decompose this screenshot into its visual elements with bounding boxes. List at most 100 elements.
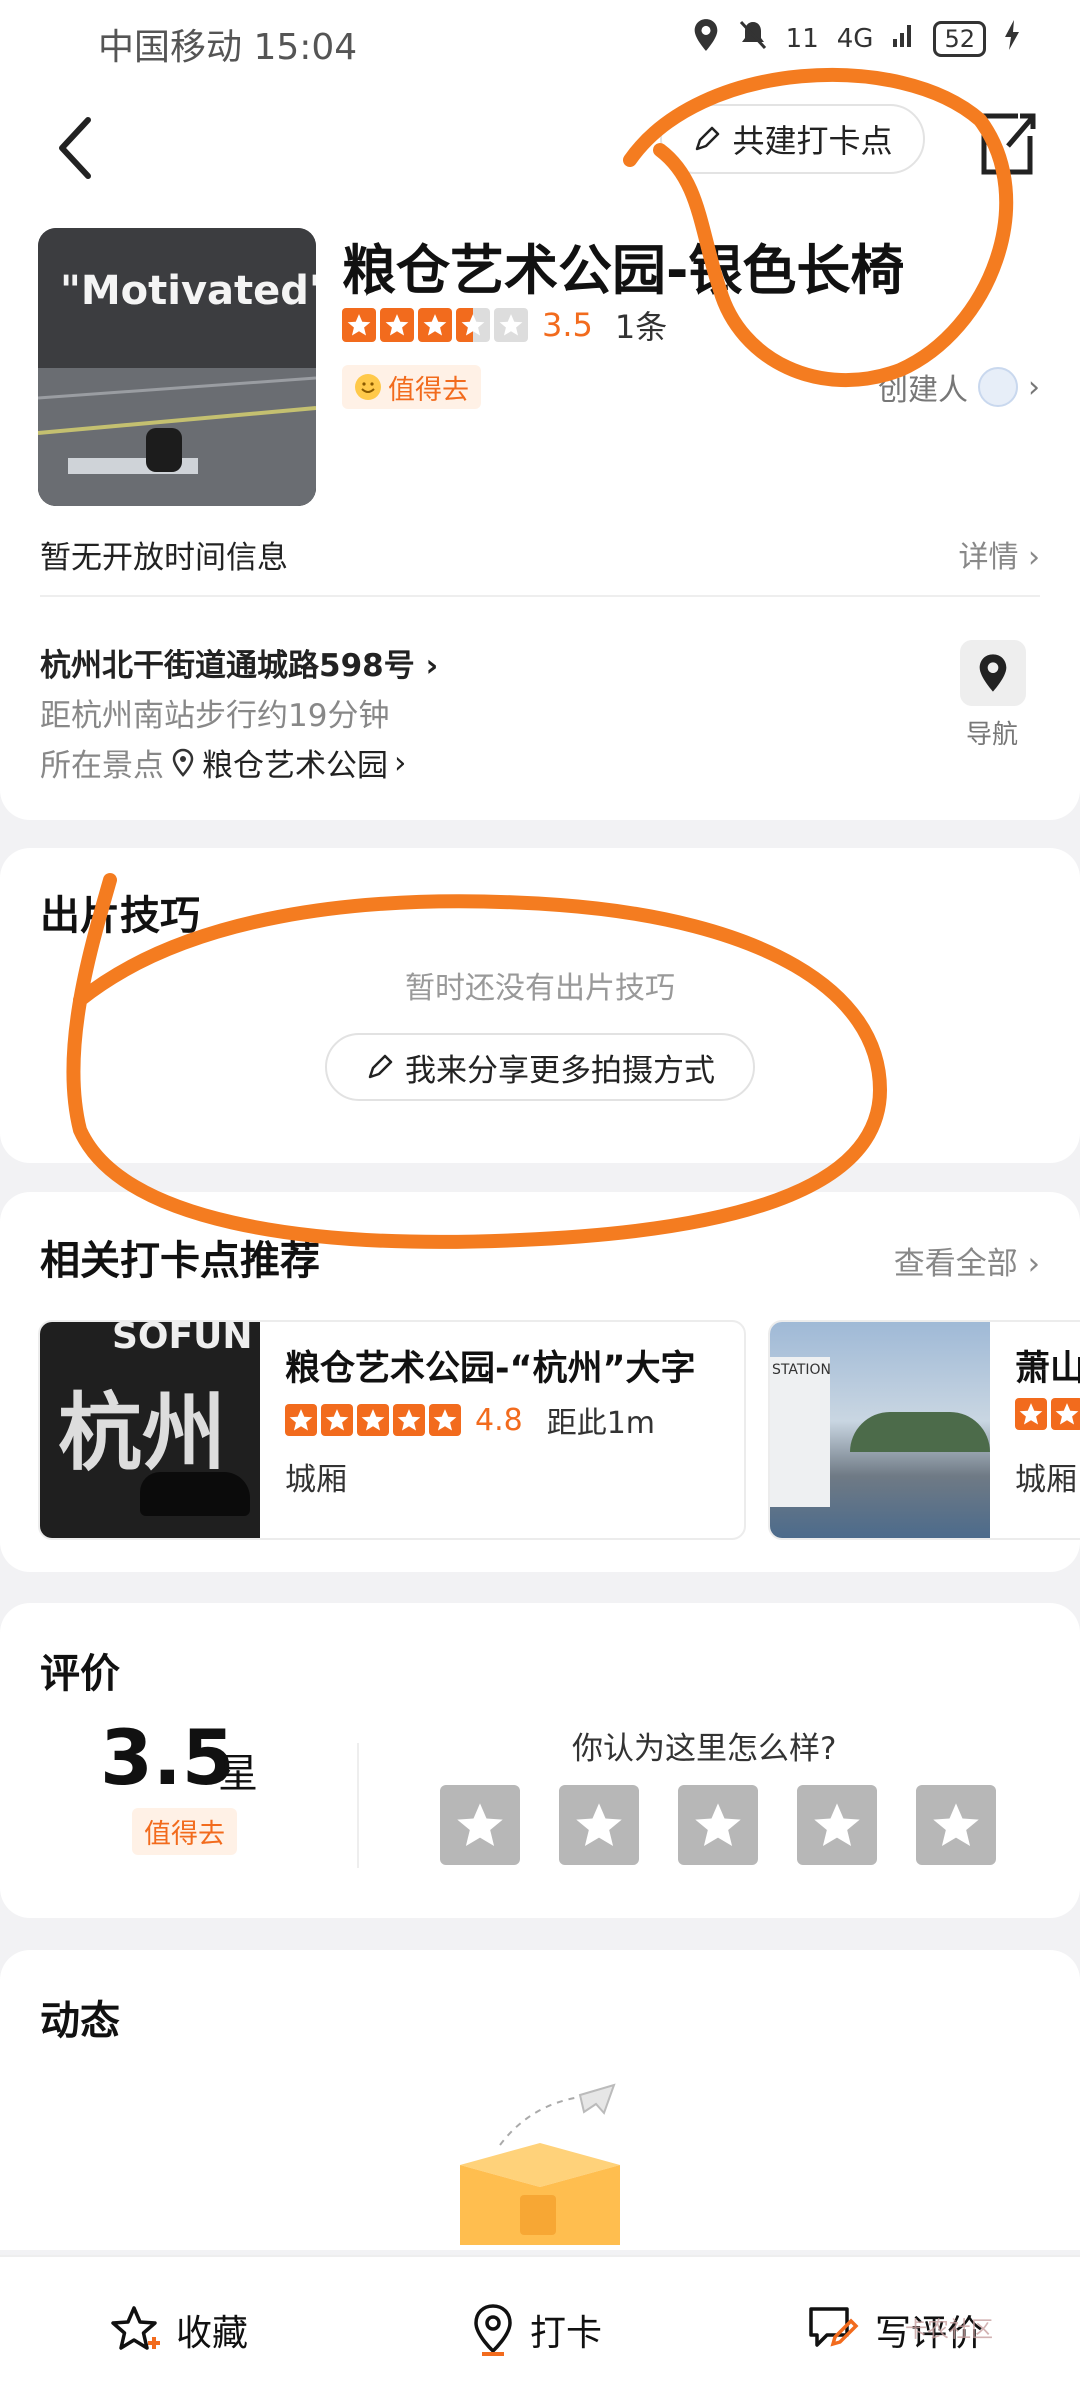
scenic-spot-link[interactable]: 所在景点 粮仓艺术公园 › [40,740,406,785]
related-distance: 距此1m [546,1406,656,1441]
tips-empty-text: 暂时还没有出片技巧 [405,971,675,1006]
activity-card: 动态 [0,1950,1080,2250]
share-icon [981,113,1036,175]
star-icon [357,1404,389,1436]
related-spots-card: 相关打卡点推荐 查看全部 › SOFUN 杭州 粮仓艺术公园-“杭州”大字 4.… [0,1192,1080,1572]
star-icon [1015,1398,1047,1430]
top-nav: 共建打卡点 [0,80,1080,220]
star-icon [393,1404,425,1436]
worth-visiting-badge: 值得去 [342,365,481,409]
hill-shape [850,1412,990,1452]
building-sign: STATION [772,1362,832,1378]
review-score: 3.5 [100,1713,235,1802]
carrier-time: 中国移动 15:04 [98,27,358,68]
star-icon [457,1803,503,1847]
review-count[interactable]: 1条 [615,302,667,348]
map-pin-icon [979,654,1007,692]
creator-label: 创建人 [878,373,968,408]
related-spot-card[interactable]: SOFUN 杭州 粮仓艺术公园-“杭州”大字 4.8 距此1m 城厢 [38,1320,746,1540]
rate-star-5[interactable] [916,1785,996,1865]
location-pin-icon [172,748,194,777]
detail-link[interactable]: 详情 › [958,532,1040,576]
image-sign-text: SOFUN [112,1320,253,1357]
empty-star-icon [494,308,528,342]
star-icon [380,308,414,342]
smile-icon [355,374,381,400]
location-pin-icon [474,2303,512,2356]
empty-box-illustration [460,2083,620,2245]
review-card: 评价 3.5 星 值得去 你认为这里怎么样? [0,1603,1080,1918]
half-star-icon [456,308,490,342]
status-icons: 11 4G 52 [692,18,1020,59]
spot-photo[interactable]: "Motivated" [38,228,316,506]
checkin-label: 打卡 [530,2312,603,2354]
activity-title: 动态 [40,1998,120,2044]
bottom-action-bar: 收藏 打卡 写评价 卡农社区 [0,2255,1080,2400]
favorite-label: 收藏 [176,2312,249,2354]
address-text: 杭州北干街道通城路598号 [40,648,415,684]
related-area: 城厢 [1015,1462,1077,1498]
star-icon [933,1803,979,1847]
signal-type: 4G [836,23,874,54]
rate-star-1[interactable] [440,1785,520,1865]
rating-question: 你认为这里怎么样? [572,1731,837,1767]
navigation-button[interactable] [960,640,1026,706]
pencil-icon [696,126,720,151]
battery-indicator: 52 [933,20,986,57]
related-spot-image: STATION [770,1322,990,1538]
rate-star-4[interactable] [797,1785,877,1865]
share-button[interactable] [970,102,1040,182]
status-bar: 中国移动 15:04 11 4G 52 [0,0,1080,80]
divider [40,595,1040,597]
creator-link[interactable]: 创建人 › [878,365,1040,409]
star-plus-icon [111,2305,160,2350]
star-icon [814,1803,860,1847]
related-spot-rating: 4.8 距此1m [285,1398,655,1442]
opening-hours: 暂无开放时间信息 [40,540,288,576]
star-icon [418,308,452,342]
net-speed: 11 [785,23,819,54]
address-link[interactable]: 杭州北干街道通城路598号 › [40,640,438,685]
star-icon [576,1803,622,1847]
watermark: 卡农社区 [905,2318,994,2343]
back-button[interactable] [50,108,110,188]
cobuild-checkin-button[interactable]: 共建打卡点 [660,104,925,174]
navigation-label: 导航 [966,720,1019,750]
rate-star-2[interactable] [559,1785,639,1865]
share-tips-label: 我来分享更多拍摄方式 [405,1052,715,1089]
tips-title: 出片技巧 [40,893,200,939]
star-icon [429,1404,461,1436]
related-spot-title: 萧山 [1015,1349,1080,1389]
star-icon [285,1404,317,1436]
rating-value: 3.5 [542,306,593,344]
related-spot-rating [1015,1398,1080,1430]
photo-wall-text: "Motivated" [60,268,316,314]
share-tips-button[interactable]: 我来分享更多拍摄方式 [325,1033,755,1101]
signal-bars-icon [891,21,915,56]
creator-avatar [978,367,1018,407]
chevron-left-icon [59,117,91,179]
station-distance: 距杭州南站步行约19分钟 [40,698,390,734]
checkin-button[interactable]: 打卡 [470,2257,602,2400]
detail-label: 详情 [958,540,1019,575]
related-spot-card[interactable]: STATION 萧山 城厢 [768,1320,1080,1540]
spot-title: 粮仓艺术公园-银色长椅 [342,239,905,302]
image-big-text: 杭州 [58,1384,227,1482]
star-icon [1051,1398,1080,1430]
related-spot-image: SOFUN 杭州 [40,1320,260,1538]
spot-info-card: "Motivated" 粮仓艺术公园-银色长椅 3.5 1条 值得去 创建人 ›… [0,220,1080,820]
mute-bell-icon [738,19,768,58]
rate-star-3[interactable] [678,1785,758,1865]
related-area: 城厢 [285,1462,347,1498]
edit-comment-icon [809,2306,859,2347]
location-icon [692,18,720,59]
charging-icon [1004,20,1020,57]
photo-tips-card: 出片技巧 暂时还没有出片技巧 我来分享更多拍摄方式 [0,848,1080,1163]
view-all-link[interactable]: 查看全部 › [894,1238,1040,1283]
scenic-value: 粮仓艺术公园 [202,748,388,784]
chevron-right-icon: › [1028,369,1040,405]
star-icon [342,308,376,342]
favorite-button[interactable]: 收藏 [108,2257,248,2400]
review-title: 评价 [40,1651,120,1697]
rating-input [440,1785,996,1865]
